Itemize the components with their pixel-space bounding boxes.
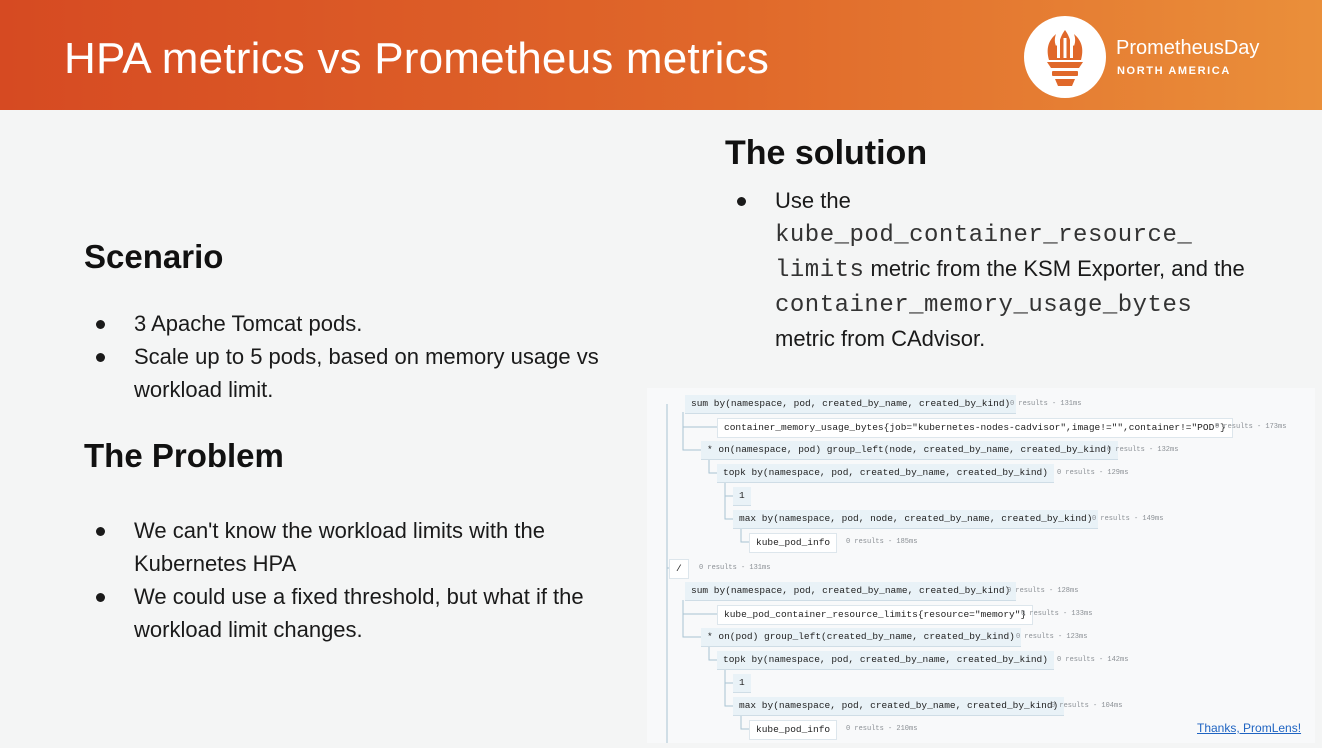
tree-node[interactable]: kube_pod_info (749, 533, 838, 553)
slide-header: HPA metrics vs Prometheus metrics Promet… (0, 0, 1322, 110)
tree-node[interactable]: sum by(namespace, pod, created_by_name, … (685, 395, 1017, 414)
tree-node-meta: 0 results - 185ms (846, 538, 918, 546)
solution-heading: The solution (725, 134, 928, 172)
tree-node[interactable]: topk by(namespace, pod, created_by_name,… (717, 464, 1054, 483)
problem-heading: The Problem (84, 437, 284, 474)
tree-node[interactable]: * on(pod) group_left(created_by_name, cr… (701, 628, 1021, 647)
tree-node-meta: 0 results - 210ms (846, 725, 918, 733)
metric-name: kube_pod_container_resource_ (775, 222, 1193, 249)
torch-icon (1047, 30, 1083, 86)
tree-node-meta: 0 results - 123ms (1016, 633, 1088, 641)
scenario-bullet: 3 Apache Tomcat pods. (84, 307, 604, 340)
tree-node-meta: 0 results - 129ms (1057, 469, 1129, 477)
logo-name: PrometheusDay (1116, 37, 1260, 59)
tree-node[interactable]: max by(namespace, pod, node, created_by_… (733, 510, 1099, 529)
promlens-query-tree: sum by(namespace, pod, created_by_name, … (647, 388, 1315, 743)
slide-title: HPA metrics vs Prometheus metrics (64, 34, 770, 83)
solution-text: metric from the KSM Exporter, and the (864, 256, 1245, 281)
problem-bullet: We could use a fixed threshold, but what… (84, 580, 604, 646)
problem-bullet: We can't know the workload limits with t… (84, 514, 604, 580)
tree-node[interactable]: 1 (733, 674, 751, 693)
prometheus-logo (1024, 16, 1106, 98)
tree-node[interactable]: / (669, 559, 689, 579)
tree-node-meta: 0 results - 131ms (699, 564, 771, 572)
tree-node[interactable]: topk by(namespace, pod, created_by_name,… (717, 651, 1054, 670)
tree-node-meta: 0 results - 133ms (1021, 610, 1093, 618)
tree-node-meta: 0 results - 173ms (1215, 423, 1287, 431)
scenario-list: 3 Apache Tomcat pods. Scale up to 5 pods… (84, 307, 604, 406)
tree-node-meta: 0 results - 104ms (1051, 702, 1123, 710)
problem-list: We can't know the workload limits with t… (84, 514, 604, 646)
solution-text: metric from CAdvisor. (775, 326, 986, 351)
tree-node[interactable]: 1 (733, 487, 751, 506)
metric-name: container_memory_usage_bytes (775, 292, 1193, 319)
tree-node-meta: 0 results - 128ms (1007, 587, 1079, 595)
tree-node-meta: 0 results - 142ms (1057, 656, 1129, 664)
tree-node[interactable]: container_memory_usage_bytes{job="kubern… (717, 418, 1233, 438)
tree-node[interactable]: kube_pod_info (749, 720, 838, 740)
promlens-credit-link[interactable]: Thanks, PromLens! (1197, 721, 1301, 735)
tree-node-meta: 0 results - 149ms (1092, 515, 1164, 523)
tree-node[interactable]: sum by(namespace, pod, created_by_name, … (685, 582, 1017, 601)
tree-node[interactable]: kube_pod_container_resource_limits{resou… (717, 605, 1034, 625)
solution-bullet: Use the kube_pod_container_resource_limit… (725, 184, 1285, 355)
metric-name: limits (775, 257, 865, 284)
tree-node[interactable]: * on(namespace, pod) group_left(node, cr… (701, 441, 1118, 460)
tree-node-meta: 0 results - 132ms (1107, 446, 1179, 454)
tree-node[interactable]: max by(namespace, pod, created_by_name, … (733, 697, 1065, 716)
scenario-bullet: Scale up to 5 pods, based on memory usag… (84, 340, 604, 406)
solution-list: Use the kube_pod_container_resource_limit… (725, 184, 1285, 355)
tree-node-meta: 0 results - 131ms (1010, 400, 1082, 408)
solution-text: Use the (775, 188, 851, 213)
scenario-heading: Scenario (84, 238, 224, 275)
logo-subtitle: NORTH AMERICA (1117, 65, 1231, 77)
